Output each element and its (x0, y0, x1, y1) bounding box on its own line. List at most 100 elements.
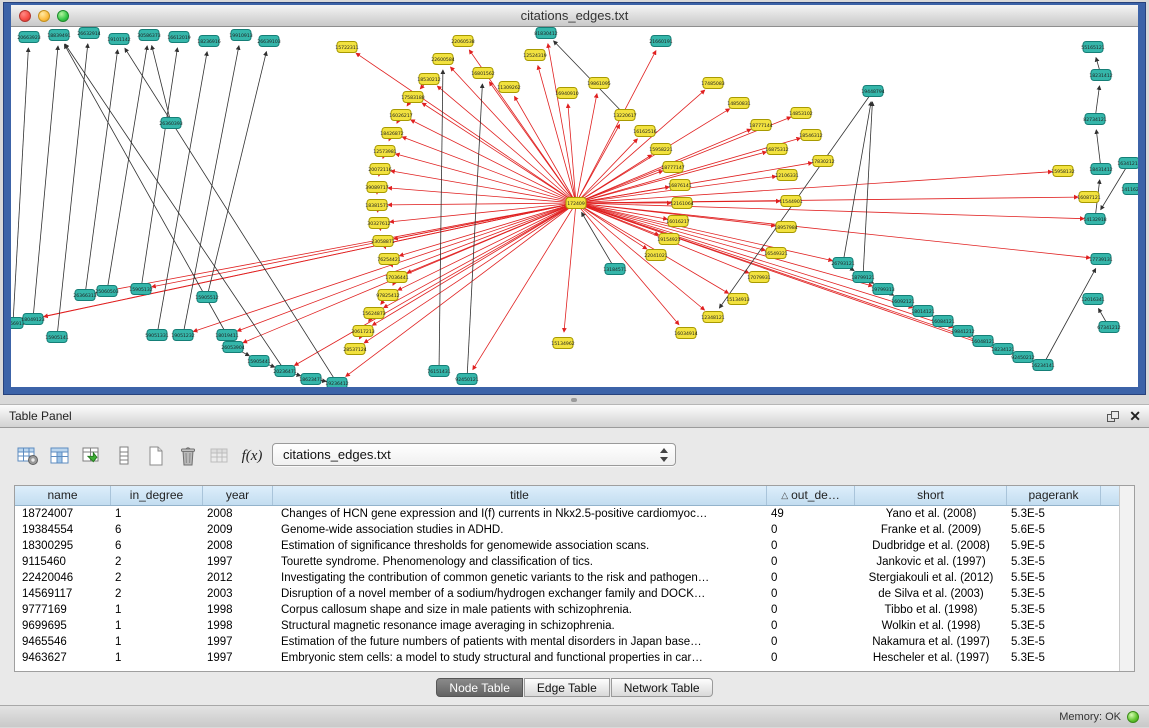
graph-node[interactable]: 18014121 (911, 306, 934, 317)
graph-node[interactable]: 22600584 (431, 54, 454, 65)
graph-node[interactable]: 17583188 (401, 92, 424, 103)
graph-node[interactable]: 16612019 (167, 32, 190, 43)
graph-node[interactable]: 23058871 (371, 236, 394, 247)
graph-node[interactable]: 16549321 (764, 248, 787, 259)
graph-node[interactable]: 12524319 (523, 50, 546, 61)
graph-node[interactable]: 19448794 (861, 86, 884, 97)
graph-node[interactable]: 18530212 (417, 74, 440, 85)
graph-node[interactable]: 30617213 (351, 326, 374, 337)
graph-node[interactable]: 19841212 (951, 326, 974, 337)
table-row[interactable]: 1872400712008Changes of HCN gene express… (15, 506, 1119, 522)
graph-node[interactable]: 39089717 (365, 182, 388, 193)
graph-node[interactable]: 11544901 (779, 196, 802, 207)
graph-node[interactable]: 19051232 (171, 330, 194, 341)
graph-node[interactable]: 30586373 (137, 30, 160, 41)
graph-node[interactable]: 11309262 (497, 82, 520, 93)
network-select-dropdown[interactable]: citations_edges.txt (272, 443, 676, 466)
graph-node[interactable]: 26793121 (831, 258, 854, 269)
graph-node[interactable]: 82734121 (1083, 114, 1106, 125)
column-header-name[interactable]: name (15, 486, 111, 505)
graph-node[interactable]: 67341212 (1097, 322, 1120, 333)
column-header-short[interactable]: short (855, 486, 1007, 505)
graph-node[interactable]: 12016341 (1081, 294, 1104, 305)
graph-node[interactable]: 26366313 (73, 290, 96, 301)
graph-node[interactable]: 15905141 (45, 332, 68, 343)
select-columns-icon[interactable] (46, 443, 74, 469)
graph-node[interactable]: 16087121 (1077, 192, 1100, 203)
graph-node[interactable]: 16048121 (971, 336, 994, 347)
graph-node[interactable]: 15905132 (129, 284, 152, 295)
graph-node[interactable]: 76151431 (427, 366, 450, 377)
tab-node-table[interactable]: Node Table (436, 678, 523, 697)
graph-node[interactable]: 16092121 (891, 296, 914, 307)
graph-node[interactable]: 16234141 (1031, 360, 1054, 371)
graph-node[interactable]: 26639103 (257, 36, 280, 47)
import-table-icon[interactable] (78, 443, 106, 469)
graph-node[interactable]: 26053904 (221, 342, 244, 353)
tab-network-table[interactable]: Network Table (611, 678, 713, 697)
graph-node[interactable]: 19799313 (871, 284, 894, 295)
graph-node[interactable]: 12161064 (670, 198, 693, 209)
graph-node[interactable]: 18426872 (380, 128, 403, 139)
graph-node[interactable]: 15905441 (247, 356, 270, 367)
graph-node[interactable]: 30327612 (367, 218, 390, 229)
graph-node[interactable]: 20236471 (273, 366, 296, 377)
column-header-pagerank[interactable]: pagerank (1007, 486, 1101, 505)
table-row[interactable]: 1830029562008Estimation of significance … (15, 538, 1119, 554)
delete-column-icon[interactable] (174, 443, 202, 469)
graph-node[interactable]: 17079931 (747, 272, 770, 283)
graph-node[interactable]: 17830212 (811, 156, 834, 167)
graph-node[interactable]: 76254421 (377, 254, 400, 265)
network-view-canvas[interactable]: 1724091853021217583188160262171842687212… (11, 27, 1138, 387)
graph-node[interactable]: 15134913 (726, 294, 749, 305)
graph-node[interactable]: 16801562 (471, 68, 494, 79)
graph-node[interactable]: 19910913 (229, 30, 252, 41)
graph-node[interactable]: 18799121 (851, 272, 874, 283)
graph-node[interactable]: 25060503 (95, 286, 118, 297)
graph-node[interactable]: 14116212 (1121, 184, 1138, 195)
graph-node[interactable]: 18623471 (299, 374, 322, 385)
close-panel-icon[interactable]: ✕ (1129, 405, 1141, 428)
graph-node[interactable]: 14132918 (1083, 214, 1106, 225)
graph-node[interactable]: 15958221 (649, 144, 672, 155)
graph-node[interactable]: 20072116 (368, 164, 391, 175)
graph-node[interactable]: 18546312 (799, 130, 822, 141)
network-window-titlebar[interactable]: citations_edges.txt (11, 5, 1138, 27)
table-row[interactable]: 2242004622012Investigating the contribut… (15, 570, 1119, 586)
table-row[interactable]: 977716911998Corpus callosum shape and si… (15, 602, 1119, 618)
graph-node[interactable]: 17036441 (385, 272, 408, 283)
rows-icon[interactable] (110, 443, 138, 469)
graph-node[interactable]: 15722311 (335, 42, 358, 53)
graph-node[interactable]: 55165121 (1081, 42, 1104, 53)
function-builder-icon[interactable]: f(x) (238, 443, 266, 469)
graph-node[interactable]: 19154921 (657, 234, 680, 245)
memory-status-icon[interactable] (1127, 711, 1139, 723)
graph-node[interactable]: 12348121 (701, 312, 724, 323)
graph-node[interactable]: 13220617 (613, 110, 636, 121)
zoom-window-button[interactable] (57, 10, 69, 22)
tab-edge-table[interactable]: Edge Table (524, 678, 610, 697)
graph-node[interactable]: 17485083 (701, 78, 724, 89)
graph-node[interactable]: 97825412 (376, 290, 399, 301)
graph-node[interactable]: 22060538 (451, 36, 474, 47)
column-header-indegree[interactable]: in_degree (111, 486, 203, 505)
table-row[interactable]: 1456911722003Disruption of a novel membe… (15, 586, 1119, 602)
graph-node[interactable]: 18839491 (47, 30, 70, 41)
graph-node[interactable]: 16084121 (931, 316, 954, 327)
table-gear-icon[interactable] (14, 443, 42, 469)
column-header-outde[interactable]: △out_de… (767, 486, 855, 505)
graph-node[interactable]: 20663923 (17, 32, 40, 43)
table-row[interactable]: 969969511998Structural magnetic resonanc… (15, 618, 1119, 634)
table-row[interactable]: 1938455462009Genome-wide association stu… (15, 522, 1119, 538)
graph-node[interactable]: 18231412 (1089, 70, 1112, 81)
graph-node[interactable]: 21660191 (649, 36, 672, 47)
graph-node[interactable]: 26632914 (77, 28, 100, 39)
graph-node[interactable]: 13184571 (603, 264, 626, 275)
graph-node[interactable]: 16016217 (666, 216, 689, 227)
graph-node[interactable]: 19101142 (107, 34, 130, 45)
graph-node[interactable]: 59051331 (145, 330, 168, 341)
graph-node[interactable]: 26360393 (159, 118, 182, 129)
graph-node[interactable]: 18236916 (197, 36, 220, 47)
graph-node[interactable]: 15905512 (195, 292, 218, 303)
graph-node[interactable]: 15134962 (551, 338, 574, 349)
